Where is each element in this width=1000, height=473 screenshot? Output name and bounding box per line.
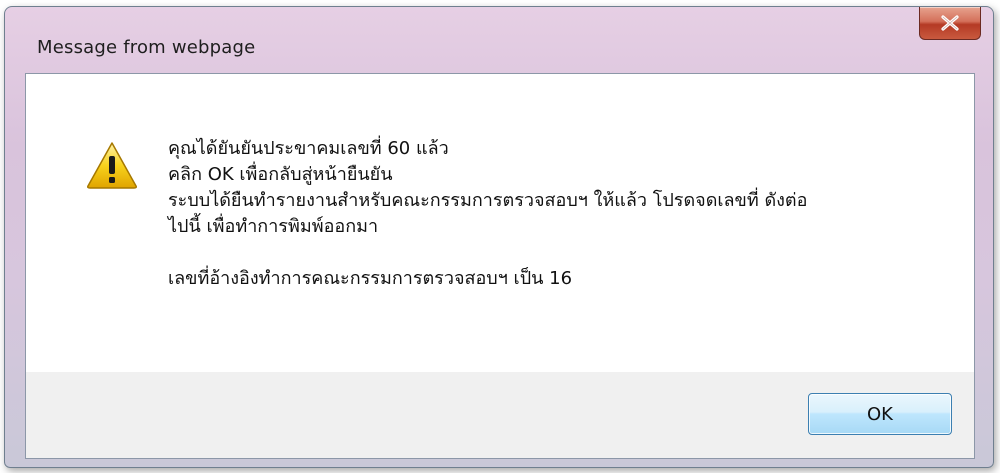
message-text: คุณได้ยันยันประขาคมเลขที่ 60 แล้ว คลิก O…	[168, 136, 948, 292]
dialog-title: Message from webpage	[37, 37, 256, 58]
message-line-6: เลขที่อ้างอิงทำการคณะกรรมการตรวจสอบฯ เป็…	[168, 268, 573, 289]
message-line-2: คลิก OK เพื่อกลับสู่หน้ายืนยัน	[168, 164, 393, 185]
message-line-3: ระบบได้ยืนทำรายงานสำหรับคณะกรรมการตรวจสอ…	[168, 190, 808, 211]
title-bar[interactable]: Message from webpage	[5, 7, 993, 73]
message-line-1: คุณได้ยันยันประขาคมเลขที่ 60 แล้ว	[168, 138, 449, 159]
dialog-body: คุณได้ยันยันประขาคมเลขที่ 60 แล้ว คลิก O…	[25, 73, 975, 459]
message-area: คุณได้ยันยันประขาคมเลขที่ 60 แล้ว คลิก O…	[26, 74, 974, 372]
dialog-window: Message from webpage คุณได้ยันยันประขาคม…	[4, 6, 994, 468]
ok-button[interactable]: OK	[808, 393, 952, 435]
button-footer: OK	[26, 372, 974, 458]
close-icon	[941, 15, 959, 31]
warning-icon	[87, 142, 137, 189]
close-button[interactable]	[919, 7, 981, 40]
message-line-4: ไปนี้ เพื่อทำการพิมพ์ออกมา	[168, 216, 379, 237]
